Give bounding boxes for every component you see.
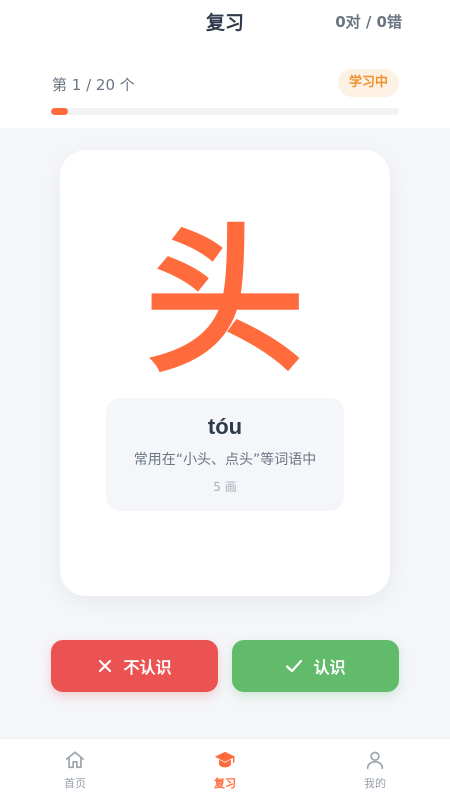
graduation-cap-icon: [214, 751, 236, 768]
nav-label-home: 首页: [64, 777, 86, 790]
flashcard[interactable]: 头 tóu 常用在“小头、点头”等词语中 5 画: [60, 150, 390, 596]
score-counter: 0对 / 0错: [335, 13, 402, 31]
pinyin: tóu: [207, 414, 243, 439]
home-icon: [65, 751, 85, 769]
character-info: tóu 常用在“小头、点头”等词语中 5 画: [106, 398, 344, 511]
bottom-nav: 首页 复习 我的: [0, 738, 450, 800]
check-icon: [286, 659, 303, 673]
nav-label-me: 我的: [364, 777, 386, 790]
nav-item-me[interactable]: 我的: [300, 739, 450, 800]
nav-item-review[interactable]: 复习: [150, 739, 300, 800]
progress-bar-fill: [51, 108, 69, 115]
app: 复习 0对 / 0错 第 1 / 20 个 学习中 头 tóu 常用在“小头、点…: [0, 0, 450, 800]
user-icon: [366, 751, 384, 770]
stroke-count: 5 画: [213, 480, 237, 494]
nav-label-review: 复习: [214, 777, 236, 790]
character: 头: [144, 208, 305, 395]
unknown-button-label: 不认识: [123, 658, 172, 677]
example-usage: 常用在“小头、点头”等词语中: [133, 452, 317, 468]
known-button[interactable]: 认识: [232, 640, 399, 692]
progress-text: 第 1 / 20 个: [52, 76, 135, 94]
header: 复习 0对 / 0错 第 1 / 20 个 学习中: [0, 0, 450, 128]
status-badge: 学习中: [337, 69, 399, 97]
close-icon: [99, 659, 112, 673]
unknown-button[interactable]: 不认识: [51, 640, 218, 692]
known-button-label: 认识: [313, 658, 346, 677]
progress-bar: [51, 108, 399, 115]
nav-item-home[interactable]: 首页: [0, 739, 150, 800]
